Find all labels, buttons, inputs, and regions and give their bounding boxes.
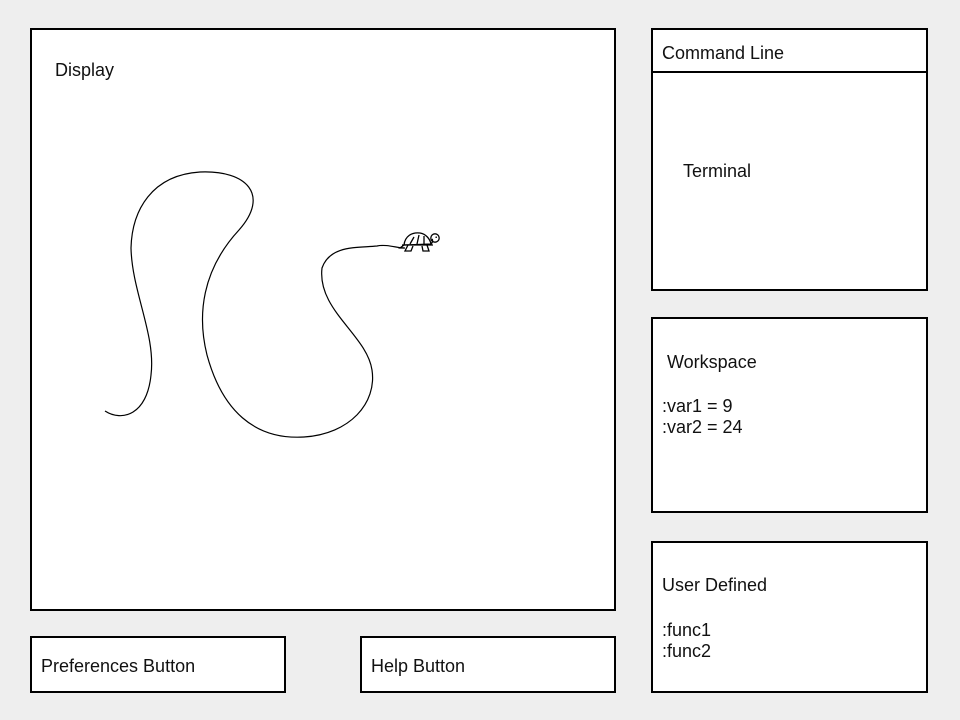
terminal-area[interactable]: Terminal: [683, 161, 751, 182]
preferences-button-label: Preferences Button: [41, 656, 196, 676]
workspace-title: Workspace: [667, 352, 757, 372]
help-button-label: Help Button: [371, 656, 466, 676]
variable-item[interactable]: :var1 = 9: [662, 396, 743, 417]
workspace-panel: Workspace :var1 = 9 :var2 = 24: [651, 317, 928, 513]
user-defined-panel: User Defined :func1 :func2: [651, 541, 928, 693]
user-function-list: :func1 :func2: [662, 620, 711, 662]
command-line-header: Command Line: [653, 30, 926, 73]
turtle-trail: [104, 171, 405, 438]
turtle-icon: [398, 232, 440, 252]
command-line-panel: Command Line Terminal: [651, 28, 928, 291]
function-item[interactable]: :func1: [662, 620, 711, 641]
display-panel: Display: [30, 28, 616, 611]
workspace-variable-list: :var1 = 9 :var2 = 24: [662, 396, 743, 438]
variable-item[interactable]: :var2 = 24: [662, 417, 743, 438]
help-button[interactable]: Help Button: [360, 636, 616, 693]
command-line-title: Command Line: [662, 43, 785, 63]
preferences-button[interactable]: Preferences Button: [30, 636, 286, 693]
user-defined-title: User Defined: [662, 575, 768, 595]
function-item[interactable]: :func2: [662, 641, 711, 662]
display-title: Display: [55, 60, 115, 80]
drawing-canvas: [104, 171, 440, 438]
